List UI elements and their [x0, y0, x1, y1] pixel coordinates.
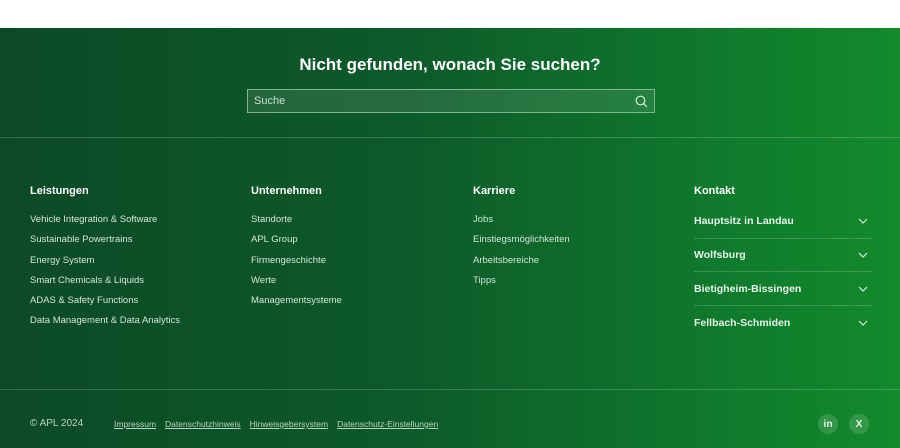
footer-column-kontakt: Kontakt Hauptsitz in Landau Wolfsburg Bi…: [694, 185, 872, 340]
linkedin-glyph: in: [823, 418, 833, 430]
location-label: Hauptsitz in Landau: [694, 215, 794, 228]
location-accordion-bietigheim[interactable]: Bietigheim-Bissingen: [694, 272, 872, 307]
divider: [0, 389, 900, 390]
footer-link[interactable]: Jobs: [473, 213, 570, 233]
location-accordion-wolfsburg[interactable]: Wolfsburg: [694, 239, 872, 273]
location-label: Wolfsburg: [694, 249, 746, 262]
footer-link[interactable]: Einstiegsmöglichkeiten: [473, 233, 570, 253]
column-heading: Karriere: [473, 185, 516, 197]
chevron-down-icon: [858, 218, 868, 225]
footer-link[interactable]: Werte: [251, 274, 342, 294]
footer-column-leistungen: Leistungen Vehicle Integration & Softwar…: [30, 185, 180, 335]
datenschutz-einstellungen-link[interactable]: Datenschutz-Einstellungen: [337, 419, 438, 429]
location-accordion-fellbach[interactable]: Fellbach-Schmiden: [694, 306, 872, 340]
location-label: Bietigheim-Bissingen: [694, 282, 802, 295]
xing-icon[interactable]: X: [849, 414, 869, 434]
linkedin-icon[interactable]: in: [818, 414, 838, 434]
footer-link[interactable]: Vehicle Integration & Software: [30, 213, 180, 233]
xing-glyph: X: [855, 418, 863, 430]
site-footer: Nicht gefunden, wonach Sie suchen? Leist…: [0, 28, 900, 448]
top-bar: [0, 0, 900, 28]
footer-link[interactable]: APL Group: [251, 233, 342, 253]
impressum-link[interactable]: Impressum: [114, 419, 156, 429]
footer-column-karriere: Karriere Jobs Einstiegsmöglichkeiten Arb…: [473, 185, 570, 294]
copyright-text: © APL 2024: [30, 418, 84, 429]
chevron-down-icon: [858, 286, 868, 292]
column-heading: Leistungen: [30, 185, 89, 197]
location-accordion-landau[interactable]: Hauptsitz in Landau: [694, 205, 872, 239]
footer-link[interactable]: Smart Chemicals & Liquids: [30, 274, 180, 294]
column-heading: Kontakt: [694, 185, 735, 197]
footer-link[interactable]: ADAS & Safety Functions: [30, 294, 180, 314]
footer-link[interactable]: Standorte: [251, 213, 342, 233]
footer-link[interactable]: Sustainable Powertrains: [30, 233, 180, 253]
location-label: Fellbach-Schmiden: [694, 316, 791, 329]
chevron-down-icon: [858, 252, 868, 258]
footer-link[interactable]: Data Management & Data Analytics: [30, 314, 180, 334]
search-box: [247, 89, 655, 113]
search-input[interactable]: [248, 90, 654, 112]
footer-column-unternehmen: Unternehmen Standorte APL Group Firmenge…: [251, 185, 342, 314]
search-heading: Nicht gefunden, wonach Sie suchen?: [299, 55, 601, 74]
column-heading: Unternehmen: [251, 185, 322, 197]
footer-link[interactable]: Tipps: [473, 274, 570, 294]
footer-link[interactable]: Arbeitsbereiche: [473, 254, 570, 274]
datenschutzhinweis-link[interactable]: Datenschutzhinweis: [165, 419, 241, 429]
footer-link[interactable]: Energy System: [30, 254, 180, 274]
hinweisgebersystem-link[interactable]: Hinweisgebersystem: [250, 419, 328, 429]
chevron-down-icon: [858, 320, 868, 326]
divider: [0, 137, 900, 138]
footer-link[interactable]: Managementsysteme: [251, 294, 342, 314]
legal-links: Impressum Datenschutzhinweis Hinweisgebe…: [114, 419, 438, 429]
search-icon[interactable]: [635, 95, 648, 108]
footer-link[interactable]: Firmengeschichte: [251, 254, 342, 274]
